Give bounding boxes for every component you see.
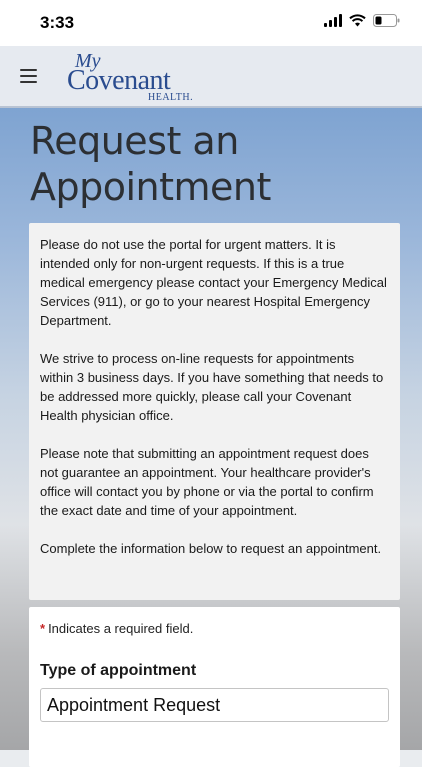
battery-icon (373, 14, 400, 27)
type-of-appointment-label: Type of appointment (40, 662, 197, 679)
required-field-note: * Indicates a required field. (40, 621, 389, 636)
hamburger-menu-icon[interactable] (20, 69, 37, 83)
appointment-form: * Indicates a required field. Type of app… (29, 607, 400, 767)
info-paragraph-urgent: Please do not use the portal for urgent … (40, 237, 387, 328)
page-title-line2: Appointment (30, 165, 271, 209)
status-time: 3:33 (40, 13, 75, 32)
wifi-icon (349, 14, 366, 27)
status-icons (324, 14, 400, 27)
info-paragraph-processing: We strive to process on-line requests fo… (40, 351, 384, 423)
cellular-signal-icon (324, 14, 342, 27)
info-paragraph-complete: Complete the information below to reques… (40, 541, 382, 556)
required-star: * (40, 621, 46, 636)
type-of-appointment-select[interactable]: Appointment Request (40, 688, 389, 722)
info-card: Please do not use the portal for urgent … (29, 223, 400, 600)
app-header: My Covenant HEALTH. (0, 46, 422, 108)
status-bar: 3:33 (0, 0, 422, 46)
required-note-text: Indicates a required field. (48, 621, 194, 636)
page-title-line1: Request an (30, 119, 239, 163)
info-paragraph-guarantee: Please note that submitting an appointme… (40, 446, 374, 518)
my-covenant-health-logo[interactable]: My Covenant HEALTH. (66, 50, 196, 104)
page-title: Request an Appointment (30, 118, 400, 210)
logo-text-health: HEALTH. (148, 92, 194, 103)
